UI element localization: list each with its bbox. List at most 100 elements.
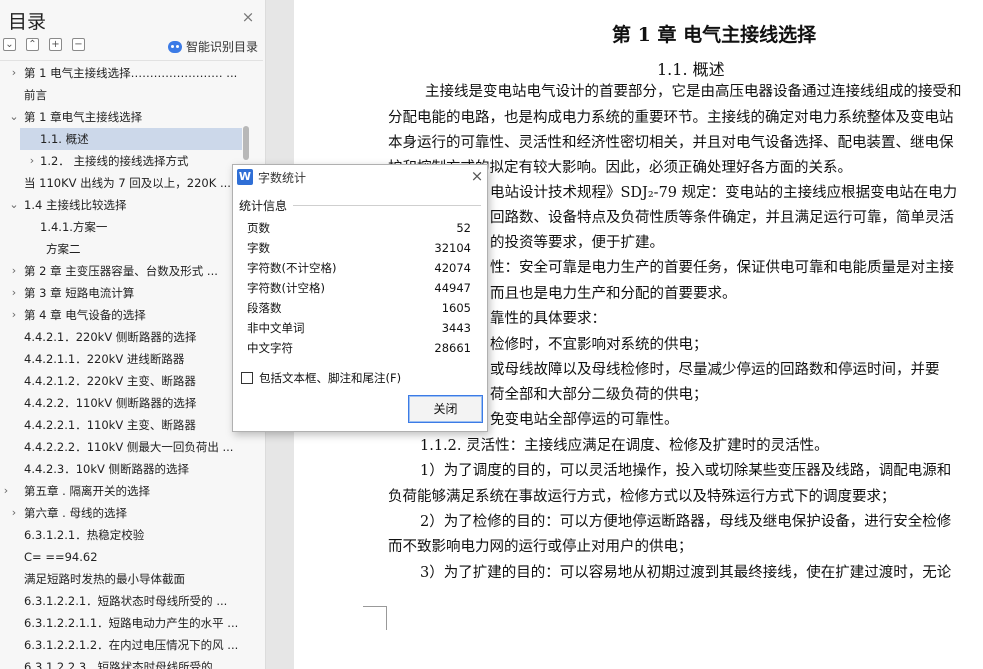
paragraph-line: 的投资等要求，便于扩建。 bbox=[490, 235, 664, 251]
toc-item-label: 第五章 . 隔离开关的选择 bbox=[24, 484, 150, 498]
stat-row: 页数 52 bbox=[247, 218, 477, 238]
toc-item-label: 4.4.2.1.2．220kV 主变、断路器 bbox=[24, 374, 196, 388]
toc-item[interactable]: › 第 1 电气主接线选择…………………… ... bbox=[0, 62, 248, 84]
toc-item[interactable]: 满足短路时发热的最小导体截面 bbox=[0, 568, 248, 590]
toc-item[interactable]: 6.3.1.2.2.1.2．在内过电压情况下的风 ... bbox=[0, 634, 248, 656]
chevron-right-icon[interactable]: › bbox=[8, 62, 20, 84]
toc-item[interactable]: › 第 4 章 电气设备的选择 bbox=[0, 304, 248, 326]
toc-item[interactable]: 4.4.2.2．110kV 侧断路器的选择 bbox=[0, 392, 248, 414]
paragraph-line: 1.1.2. 灵活性：主接线应满足在调度、检修及扩建时的灵活性。 bbox=[420, 438, 829, 454]
toc-item[interactable]: 前言 bbox=[0, 84, 248, 106]
toc-item[interactable]: › 第 3 章 短路电流计算 bbox=[0, 282, 248, 304]
toc-item-label: 方案二 bbox=[46, 242, 81, 256]
paragraph-line: 3）为了扩建的目的：可以容易地从初期过渡到其最终接线，使在扩建过渡时，无论 bbox=[420, 565, 952, 581]
toc-item[interactable]: 6.3.1.2.2.3．短路状态时母线所受的 ... bbox=[0, 656, 248, 669]
paragraph-line: 性：安全可靠是电力生产的首要任务，保证供电可靠和电能质量是对主接 bbox=[490, 260, 954, 276]
robot-icon bbox=[168, 40, 182, 53]
include-footnotes-checkbox[interactable]: 包括文本框、脚注和尾注(F) bbox=[241, 370, 401, 386]
dialog-title: 字数统计 bbox=[258, 171, 307, 185]
toc-item-label: 满足短路时发热的最小导体截面 bbox=[24, 572, 185, 586]
stat-value: 52 bbox=[456, 221, 471, 235]
toc-item-label: 6.3.1.2.2.1.1．短路电动力产生的水平 ... bbox=[24, 616, 239, 630]
toc-item-label: 第 3 章 短路电流计算 bbox=[24, 286, 135, 300]
stat-row: 字符数(计空格) 44947 bbox=[247, 278, 477, 298]
toc-item[interactable]: C= ==94.62 bbox=[0, 546, 248, 568]
toc-item-label: 6.3.1.2.2.3．短路状态时母线所受的 ... bbox=[24, 660, 228, 669]
chevron-right-icon[interactable]: › bbox=[8, 502, 20, 524]
expand-up-icon[interactable]: ⌃ bbox=[26, 38, 39, 51]
stat-label: 字数 bbox=[247, 241, 270, 255]
paragraph-line: 免变电站全部停运的可靠性。 bbox=[490, 412, 679, 428]
chevron-right-icon[interactable]: › bbox=[8, 282, 20, 304]
chevron-right-icon[interactable]: › bbox=[26, 150, 38, 172]
toc-item[interactable]: 4.4.2.2.1．110kV 主变、断路器 bbox=[0, 414, 248, 436]
toc-item-label: 4.4.2.2.1．110kV 主变、断路器 bbox=[24, 418, 196, 432]
divider bbox=[293, 205, 481, 206]
stat-row: 中文字符 28661 bbox=[247, 338, 477, 358]
toc-item[interactable]: › 1.2． 主接线的接线选择方式 bbox=[0, 150, 248, 172]
toc-item-label: 1.1. 概述 bbox=[40, 132, 89, 146]
toc-item[interactable]: 6.3.1.2.2.1．短路状态时母线所受的 ... bbox=[0, 590, 248, 612]
paragraph-line: 1）为了调度的目的，可以灵活地操作，投入或切除某些变压器及线路，调配电源和 bbox=[420, 463, 952, 479]
toc-scrollbar[interactable] bbox=[243, 126, 249, 160]
stat-row: 字符数(不计空格) 42074 bbox=[247, 258, 477, 278]
remove-heading-icon[interactable]: − bbox=[72, 38, 85, 51]
toc-item[interactable]: 4.4.2.3．10kV 侧断路器的选择 bbox=[0, 458, 248, 480]
sidebar-title: 目录 bbox=[8, 11, 47, 33]
smart-toc-label: 智能识别目录 bbox=[186, 40, 259, 54]
toc-item-label: 4.4.2.1.1．220kV 进线断路器 bbox=[24, 352, 185, 366]
paragraph-line: 荷全部和大部分二级负荷的供电； bbox=[490, 387, 708, 403]
chevron-right-icon[interactable]: › bbox=[8, 260, 20, 282]
chevron-down-icon[interactable]: ⌄ bbox=[8, 106, 20, 128]
checkbox-box[interactable] bbox=[241, 372, 253, 384]
wps-writer-icon: W bbox=[237, 169, 253, 185]
toc-item[interactable]: 4.4.2.1.2．220kV 主变、断路器 bbox=[0, 370, 248, 392]
toc-item-label: 6.3.1.2.2.1.2．在内过电压情况下的风 ... bbox=[24, 638, 239, 652]
divider bbox=[0, 60, 263, 61]
chevron-down-icon[interactable]: ⌄ bbox=[8, 194, 20, 216]
toc-item[interactable]: ⌄ 1.4 主接线比较选择 bbox=[0, 194, 248, 216]
collapse-all-icon[interactable]: ⌄ bbox=[3, 38, 16, 51]
paragraph-line: 主接线是变电站电气设计的首要部分，它是由高压电器设备通过连接线组成的接受和 bbox=[425, 84, 962, 100]
paragraph-line: 靠性的具体要求： bbox=[490, 311, 606, 327]
toc-item[interactable]: 当 110KV 出线为 7 回及以上，220K ... bbox=[0, 172, 248, 194]
toc-item[interactable]: 4.4.2.2.2．110kV 侧最大一回负荷出 ... bbox=[0, 436, 248, 458]
add-heading-icon[interactable]: + bbox=[49, 38, 62, 51]
close-icon[interactable]: × bbox=[240, 9, 256, 25]
toc-item-label: 6.3.1.2.2.1．短路状态时母线所受的 ... bbox=[24, 594, 228, 608]
toc-item-label: C= ==94.62 bbox=[24, 550, 98, 564]
toc-item[interactable]: 1.4.1.方案一 bbox=[0, 216, 248, 238]
paragraph-line: 而且也是电力生产和分配的首要要求。 bbox=[490, 286, 737, 302]
toc-item[interactable]: 4.4.2.1．220kV 侧断路器的选择 bbox=[0, 326, 248, 348]
toc-item[interactable]: 4.4.2.1.1．220kV 进线断路器 bbox=[0, 348, 248, 370]
toc-item[interactable]: 6.3.1.2.1．热稳定校验 bbox=[0, 524, 248, 546]
toc-item[interactable]: ⌄ 第 1 章电气主接线选择 bbox=[0, 106, 248, 128]
toc-item[interactable]: › 第六章 . 母线的选择 bbox=[0, 502, 248, 524]
close-button[interactable]: 关闭 bbox=[408, 395, 483, 423]
paragraph-line: 分配电能的电路，也是构成电力系统的重要环节。主接线的确定对电力系统整体及变电站 bbox=[388, 110, 954, 126]
toc-toolbar: ⌄ ⌃ + − bbox=[3, 38, 85, 54]
paragraph-line: 回路数、设备特点及负荷性质等条件确定，并且满足运行可靠，简单灵活 bbox=[490, 210, 954, 226]
toc-item[interactable]: › 第五章 . 隔离开关的选择 bbox=[0, 480, 248, 502]
word-count-dialog: W 字数统计 × 统计信息 页数 52 字数 32104 字符数(不计空格) 42074 字… bbox=[232, 164, 488, 432]
app-window: 目录 × ⌄ ⌃ + − 智能识别目录 › 第 1 电气主接线选择……………………… bbox=[0, 0, 983, 669]
chevron-right-icon[interactable]: › bbox=[8, 304, 20, 326]
toc-item[interactable]: › 第 2 章 主变压器容量、台数及形式 ... bbox=[0, 260, 248, 282]
stat-value: 42074 bbox=[434, 261, 471, 275]
smart-toc-button[interactable]: 智能识别目录 bbox=[168, 38, 258, 55]
stat-label: 非中文单词 bbox=[247, 321, 305, 335]
toc-item[interactable]: 6.3.1.2.2.1.1．短路电动力产生的水平 ... bbox=[0, 612, 248, 634]
page-corner-mark bbox=[363, 606, 387, 630]
stat-value: 3443 bbox=[441, 321, 471, 335]
chapter-title: 第 1 章 电气主接线选择 bbox=[612, 24, 817, 46]
paragraph-line: 电站设计技术规程》SDJ₂-79 规定：变电站的主接线应根据变电站在电力 bbox=[490, 185, 958, 201]
toc-item[interactable]: 1.1. 概述 bbox=[20, 128, 242, 150]
toc-item[interactable]: 方案二 bbox=[0, 238, 248, 260]
stat-label: 段落数 bbox=[247, 301, 282, 315]
toc-item-label: 4.4.2.2．110kV 侧断路器的选择 bbox=[24, 396, 197, 410]
dialog-titlebar[interactable]: W 字数统计 × bbox=[233, 165, 487, 189]
chevron-right-icon[interactable]: › bbox=[0, 480, 12, 502]
dialog-close-icon[interactable]: × bbox=[469, 168, 485, 184]
paragraph-line: 而不致影响电力网的运行或停止对用户的供电； bbox=[388, 539, 693, 555]
stat-label: 页数 bbox=[247, 221, 270, 235]
